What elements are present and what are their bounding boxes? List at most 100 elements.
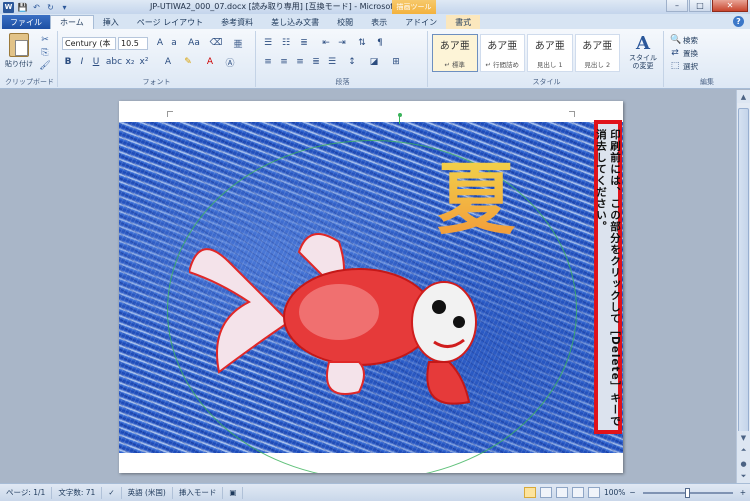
next-page-icon[interactable]: ⏷: [737, 470, 750, 483]
style-normal[interactable]: あア亜 ↵ 標準: [432, 34, 478, 72]
align-center-icon[interactable]: ≡: [278, 56, 290, 68]
scroll-thumb[interactable]: [738, 108, 749, 438]
replace-icon: ⇄: [671, 48, 679, 58]
shrink-font-icon[interactable]: a: [168, 37, 180, 49]
help-icon[interactable]: ?: [733, 16, 744, 27]
distribute-icon[interactable]: ☰: [326, 56, 338, 68]
clear-format-icon[interactable]: ⌫: [210, 37, 223, 49]
zoom-slider[interactable]: [642, 487, 733, 498]
zoom-out-button[interactable]: −: [629, 488, 635, 497]
draft-view-button[interactable]: [587, 487, 600, 498]
zoom-level[interactable]: 100%: [604, 488, 625, 497]
find-icon: 🔍: [670, 35, 682, 45]
justify-icon[interactable]: ≣: [310, 56, 322, 68]
multilevel-list-icon[interactable]: ≣: [298, 37, 310, 49]
subscript-icon[interactable]: x₂: [124, 56, 136, 68]
replace-label: 置換: [683, 48, 698, 58]
font-size-box[interactable]: 10.5: [118, 37, 148, 50]
page-header-area: [119, 101, 623, 122]
status-macro-icon[interactable]: ▣: [223, 486, 244, 499]
vertical-scrollbar[interactable]: ▲ ▼ ⏶ ● ⏷: [736, 90, 750, 483]
underline-icon[interactable]: U: [90, 56, 102, 68]
shading-icon[interactable]: ◪: [368, 56, 380, 68]
print-notice-textbox[interactable]: 印刷前には、この部分をクリックして［Delete］キーで消去してください。: [594, 120, 622, 434]
group-paragraph: ☰ ☷ ≣ ⇤ ⇥ ⇅ ¶ ≡ ≡ ≡ ≣ ☰ ↕ ◪ ⊞ 段落: [258, 31, 428, 87]
align-right-icon[interactable]: ≡: [294, 56, 306, 68]
web-layout-button[interactable]: [555, 487, 568, 498]
status-language[interactable]: 英語 (米国): [122, 486, 173, 499]
bullets-icon[interactable]: ☰: [262, 37, 274, 49]
align-left-icon[interactable]: ≡: [262, 56, 274, 68]
zoom-slider-knob[interactable]: [684, 487, 690, 498]
zoom-in-button[interactable]: +: [740, 488, 746, 497]
style-gallery: あア亜 ↵ 標準 あア亜 ↵ 行間詰め あア亜 見出し 1 あア亜 見出し 2: [432, 34, 620, 72]
borders-icon[interactable]: ⊞: [390, 56, 402, 68]
select-button[interactable]: ⬚ 選択: [670, 60, 698, 72]
minimize-button[interactable]: –: [666, 0, 688, 12]
scroll-up-arrow-icon[interactable]: ▲: [737, 90, 750, 103]
scroll-down-arrow-icon[interactable]: ▼: [737, 431, 750, 444]
change-styles-button[interactable]: A スタイルの変更: [626, 33, 660, 70]
replace-button[interactable]: ⇄ 置換: [670, 47, 698, 59]
document-area[interactable]: 夏 印刷前には、この部分をクリックして［Delete］キーで消去してください。: [0, 90, 735, 483]
customize-qat-icon[interactable]: ▾: [59, 2, 70, 13]
text-effects-icon[interactable]: A: [162, 56, 174, 68]
tab-view[interactable]: 表示: [362, 15, 396, 29]
margin-corner-right: [569, 111, 575, 117]
print-layout-view-button[interactable]: [523, 487, 536, 498]
line-spacing-icon[interactable]: ↕: [346, 56, 358, 68]
superscript-icon[interactable]: x²: [138, 56, 150, 68]
increase-indent-icon[interactable]: ⇥: [336, 37, 348, 49]
close-button[interactable]: ✕: [712, 0, 748, 12]
style-heading-1[interactable]: あア亜 見出し 1: [527, 34, 573, 72]
copy-icon[interactable]: ⎘: [38, 47, 52, 58]
maximize-button[interactable]: □: [689, 0, 711, 12]
decrease-indent-icon[interactable]: ⇤: [320, 37, 332, 49]
highlight-icon[interactable]: ✎: [182, 56, 194, 68]
tab-format[interactable]: 書式: [446, 15, 481, 29]
tab-mailings[interactable]: 差し込み文書: [262, 15, 328, 29]
status-proofing-icon[interactable]: ✓: [102, 486, 122, 499]
goldfish-painting-image[interactable]: 夏: [119, 122, 623, 473]
grow-font-icon[interactable]: A: [154, 37, 166, 49]
style-heading-2[interactable]: あア亜 見出し 2: [574, 34, 620, 72]
group-label-paragraph: 段落: [335, 78, 350, 86]
tab-home[interactable]: ホーム: [50, 15, 94, 29]
redo-icon[interactable]: ↻: [45, 2, 56, 13]
find-button[interactable]: 🔍 検索: [670, 34, 698, 46]
numbering-icon[interactable]: ☷: [280, 37, 292, 49]
outline-view-button[interactable]: [571, 487, 584, 498]
tab-addins[interactable]: アドイン: [396, 15, 446, 29]
show-marks-icon[interactable]: ¶: [374, 37, 386, 49]
rotation-handle[interactable]: [398, 113, 402, 117]
browse-object-icon[interactable]: ●: [737, 457, 750, 470]
change-case-icon[interactable]: Aa: [188, 37, 200, 49]
prev-page-icon[interactable]: ⏶: [737, 444, 750, 457]
full-screen-reading-button[interactable]: [539, 487, 552, 498]
status-page[interactable]: ページ: 1/1: [0, 486, 53, 499]
tab-page-layout[interactable]: ページ レイアウト: [128, 15, 212, 29]
status-insert-mode[interactable]: 挿入モード: [173, 486, 224, 499]
word-app-icon[interactable]: W: [3, 1, 14, 13]
tab-references[interactable]: 参考資料: [212, 15, 262, 29]
style-no-spacing[interactable]: あア亜 ↵ 行間詰め: [479, 34, 525, 72]
status-word-count[interactable]: 文字数: 71: [52, 486, 103, 499]
font-name-box[interactable]: Century (本: [62, 37, 116, 50]
cut-icon[interactable]: ✂: [38, 34, 52, 45]
tab-file[interactable]: ファイル: [2, 15, 50, 29]
strikethrough-icon[interactable]: abc: [106, 56, 122, 68]
document-page[interactable]: 夏 印刷前には、この部分をクリックして［Delete］キーで消去してください。: [119, 101, 623, 473]
phonetic-guide-icon[interactable]: 亜: [232, 37, 244, 50]
format-painter-icon[interactable]: 🖌: [38, 60, 52, 71]
tab-review[interactable]: 校閲: [328, 15, 362, 29]
sort-icon[interactable]: ⇅: [356, 37, 368, 49]
tab-insert[interactable]: 挿入: [94, 15, 128, 29]
change-styles-label: スタイルの変更: [629, 54, 657, 70]
bold-icon[interactable]: B: [62, 56, 74, 68]
save-icon[interactable]: 💾: [17, 2, 28, 13]
enclosed-char-icon[interactable]: Ⓐ: [224, 56, 236, 69]
paste-button[interactable]: 貼り付け: [5, 33, 33, 75]
font-color-icon[interactable]: A: [204, 56, 216, 68]
italic-icon[interactable]: I: [76, 56, 88, 68]
undo-icon[interactable]: ↶: [31, 2, 42, 13]
